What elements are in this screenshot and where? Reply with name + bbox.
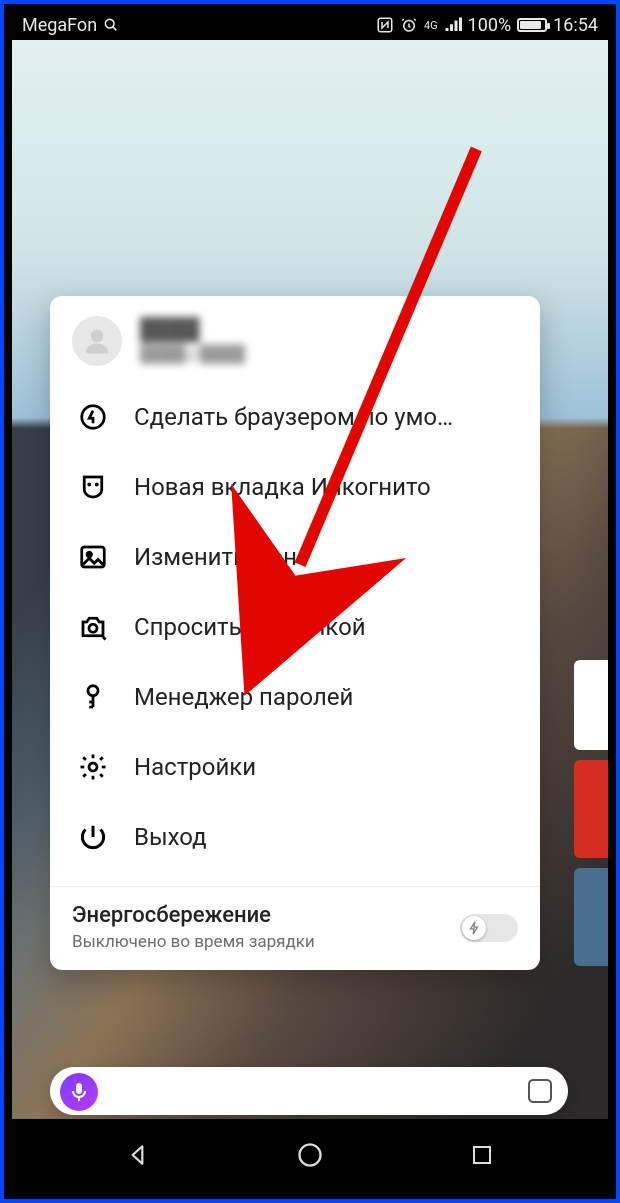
nav-recent-button[interactable] — [462, 1135, 502, 1175]
clock: 16:54 — [553, 15, 598, 36]
key-icon — [76, 680, 110, 714]
menu-label: Спросить картинкой — [134, 613, 366, 641]
energy-saving-row[interactable]: Энергосбережение Выключено во время заря… — [50, 891, 540, 968]
side-tab-red[interactable] — [574, 760, 608, 858]
profile-name: ████ — [140, 317, 245, 344]
menu-label: Новая вкладка Инкогнито — [134, 473, 431, 501]
menu-settings[interactable]: Настройки — [50, 732, 540, 802]
browser-menu-popup: ████ ████@████ Сделать браузером по умо…… — [50, 296, 540, 970]
image-icon — [76, 540, 110, 574]
divider — [50, 886, 540, 887]
network-label: 4G — [424, 20, 438, 31]
battery-pct: 100% — [468, 15, 512, 36]
avatar — [72, 316, 122, 366]
energy-toggle[interactable] — [460, 914, 518, 942]
menu-label: Сделать браузером по умо… — [134, 403, 453, 431]
energy-subtitle: Выключено во время зарядки — [72, 932, 315, 952]
menu-image-search[interactable]: Спросить картинкой — [50, 592, 540, 662]
alarm-icon — [400, 16, 418, 34]
menu-incognito[interactable]: Новая вкладка Инкогнито — [50, 452, 540, 522]
wallpaper: ████ ████@████ Сделать браузером по умо…… — [12, 40, 608, 1119]
camera-search-icon — [76, 610, 110, 644]
nav-home-button[interactable] — [290, 1135, 330, 1175]
carrier-label: MegaFon — [22, 15, 97, 36]
gear-icon — [76, 750, 110, 784]
menu-label: Выход — [134, 823, 207, 851]
menu-label: Изменить фон — [134, 543, 297, 571]
signal-icon — [444, 17, 462, 33]
menu-default-browser[interactable]: Сделать браузером по умо… — [50, 382, 540, 452]
android-nav-bar — [12, 1119, 608, 1191]
omnibox[interactable] — [50, 1067, 568, 1115]
menu-label: Настройки — [134, 753, 256, 781]
nav-back-button[interactable] — [118, 1135, 158, 1175]
side-tab-blue[interactable] — [574, 868, 608, 966]
profile-email: ████@████ — [140, 344, 245, 365]
bolt-icon — [462, 916, 486, 940]
side-tab-white[interactable] — [574, 660, 608, 750]
energy-title: Энергосбережение — [72, 903, 315, 928]
status-bar: MegaFon 4G 100% 16:54 — [12, 10, 608, 40]
profile-row[interactable]: ████ ████@████ — [50, 296, 540, 380]
menu-change-wallpaper[interactable]: Изменить фон — [50, 522, 540, 592]
menu-label: Менеджер паролей — [134, 683, 353, 711]
yandex-icon — [76, 400, 110, 434]
voice-search-icon[interactable] — [60, 1073, 98, 1111]
mask-icon — [76, 470, 110, 504]
tabs-icon[interactable] — [528, 1079, 552, 1103]
battery-icon — [517, 18, 547, 32]
power-icon — [76, 820, 110, 854]
search-icon — [103, 17, 119, 33]
nfc-icon — [376, 16, 394, 34]
menu-passwords[interactable]: Менеджер паролей — [50, 662, 540, 732]
menu-exit[interactable]: Выход — [50, 802, 540, 872]
